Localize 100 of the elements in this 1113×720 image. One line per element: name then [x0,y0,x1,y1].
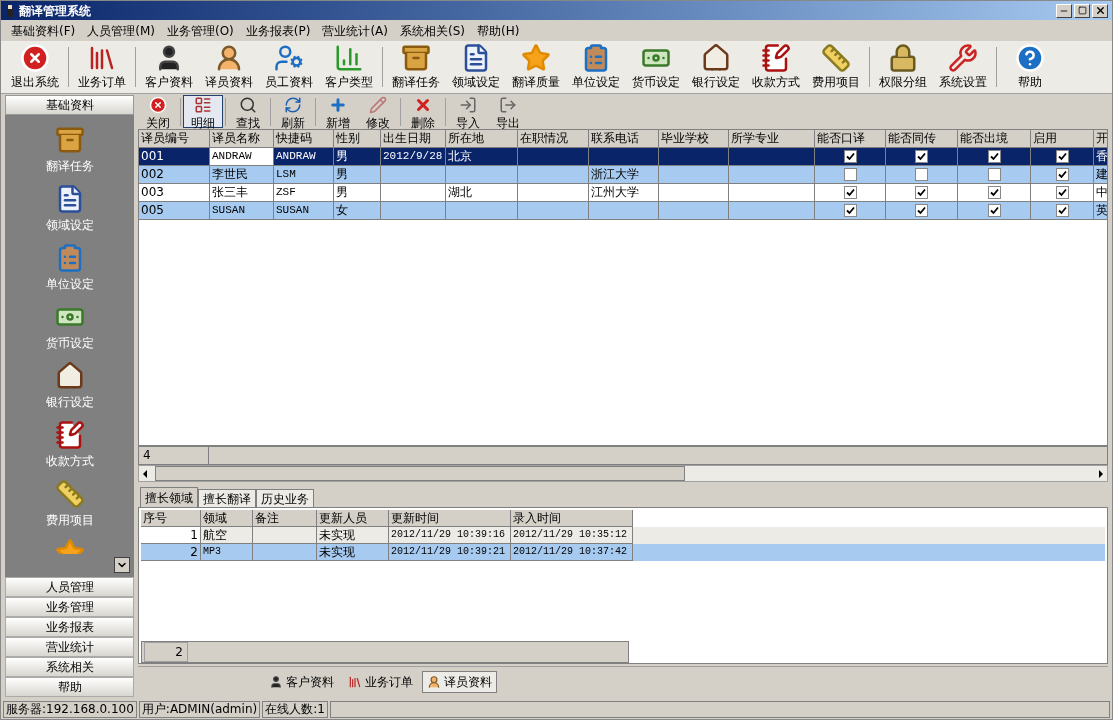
close-button[interactable] [1092,3,1108,18]
bar-chart-icon [334,43,364,73]
table-row[interactable]: 003 张三丰 ZSF 男 湖北 江州大学 中 [139,184,1107,202]
sidebar-group-button[interactable]: 业务报表 [5,617,134,637]
table-cell: 未实现 [317,544,389,561]
column-header[interactable]: 序号 [141,510,201,527]
checkbox[interactable] [987,186,1001,199]
table-cell [446,202,518,220]
sidebar-header[interactable]: 基础资料 [5,95,134,115]
checkbox[interactable] [915,150,928,163]
tab[interactable]: 历史业务 [256,489,314,507]
checkbox[interactable] [987,150,1001,163]
toolbar-button[interactable]: 客户类型 [319,43,379,91]
status-field: 服务器:192.168.0.100 [3,700,137,718]
checkbox[interactable] [1055,186,1069,199]
checkbox[interactable] [843,186,857,199]
action-button[interactable]: 修改 [358,95,398,128]
table-cell [518,202,589,220]
toolbar-button[interactable]: 单位设定 [566,43,626,91]
column-header[interactable]: 更新人员 [317,510,389,527]
action-button[interactable]: 关闭 [138,95,178,128]
toolbar-button[interactable]: 费用项目 [806,43,866,91]
sidebar-item[interactable]: 翻译任务 [45,125,94,175]
sidebar-item[interactable]: 货币设定 [45,302,94,352]
maximize-icon [1077,6,1087,15]
horizontal-scrollbar[interactable] [138,465,1108,482]
check-icon [989,152,999,161]
checkbox[interactable] [915,168,928,181]
sidebar-item[interactable]: 费用项目 [45,479,94,529]
toolbar-button[interactable]: 业务订单 [72,43,132,91]
column-header[interactable]: 备注 [253,510,317,527]
maximize-button[interactable] [1074,3,1090,18]
table-row[interactable]: 005 SUSAN SUSAN 女 英 [139,202,1107,220]
checkbox[interactable] [987,168,1001,181]
action-button[interactable]: 删除 [403,95,443,128]
window-tab[interactable]: 客户资料 [264,670,339,693]
action-button[interactable]: 明细 [183,95,223,128]
table-row[interactable]: 001 ANDRAW ANDRAW 男 2012/9/28 北京 香 [139,148,1107,166]
checkbox[interactable] [1055,150,1069,163]
toolbar-button[interactable]: 货币设定 [626,43,686,91]
action-button[interactable]: 查找 [228,95,268,128]
checkbox[interactable] [843,204,857,217]
toolbar-button[interactable]: 系统设置 [933,43,993,91]
menu-item[interactable]: 业务管理(O) [161,21,240,40]
table-cell [589,202,659,220]
tab[interactable]: 擅长翻译 [198,489,256,507]
sidebar-item[interactable]: 单位设定 [45,243,94,293]
menu-item[interactable]: 基础资料(F) [5,21,82,40]
menu-item[interactable]: 业务报表(P) [239,21,317,40]
column-header[interactable]: 录入时间 [511,510,633,527]
checkbox[interactable] [915,186,928,199]
menu-item[interactable]: 营业统计(A) [316,21,394,40]
menu-item[interactable]: 人员管理(M) [81,21,161,40]
checkbox[interactable] [843,150,857,163]
table-cell: 005 [139,202,210,220]
toolbar-button[interactable]: 翻译质量 [506,43,566,91]
column-header[interactable]: 领域 [201,510,253,527]
toolbar-button[interactable]: 帮助 [1000,43,1060,91]
window-tab[interactable]: 译员资料 [422,670,497,693]
table-cell: 英 [1094,202,1107,220]
action-button[interactable]: 新增 [318,95,358,128]
sidebar-group-button[interactable]: 帮助 [5,677,134,697]
checkbox[interactable] [1055,204,1069,217]
checkbox[interactable] [987,204,1001,217]
minimize-button[interactable] [1056,3,1072,18]
sidebar-group-button[interactable]: 业务管理 [5,597,134,617]
action-button[interactable]: 刷新 [273,95,313,128]
action-button[interactable]: 导入 [448,95,488,128]
toolbar-button[interactable]: 领域设定 [446,43,506,91]
scroll-thumb[interactable] [155,466,685,481]
sidebar-item[interactable]: 领域设定 [45,184,94,234]
toolbar-button[interactable]: 客户资料 [139,43,199,91]
checkbox[interactable] [843,168,857,181]
tab[interactable]: 擅长领域 [140,487,198,507]
toolbar-button[interactable]: 员工资料 [259,43,319,91]
table-cell: SUSAN [210,202,274,220]
table-row[interactable]: 1 航空 未实现 2012/11/29 10:39:16 2012/11/29 10:35:12 [141,527,1105,544]
toolbar-button[interactable]: 译员资料 [199,43,259,91]
table-row[interactable]: 2 MP3 未实现 2012/11/29 10:39:21 2012/11/29 10:37:42 [141,544,1105,561]
toolbar-button[interactable]: 银行设定 [686,43,746,91]
sidebar-group-button[interactable]: 人员管理 [5,577,134,597]
sidebar-item[interactable]: 收款方式 [45,420,94,470]
crate-icon [54,125,85,155]
toolbar-button[interactable]: 翻译任务 [386,43,446,91]
toolbar-button[interactable]: 退出系统 [5,43,65,91]
column-header[interactable]: 更新时间 [389,510,511,527]
checkbox[interactable] [1055,168,1069,181]
scroll-down-button[interactable] [114,557,130,573]
toolbar-button[interactable]: 权限分组 [873,43,933,91]
window-tab[interactable]: 业务订单 [343,670,418,693]
table-cell: MP3 [201,544,253,561]
sidebar-group-button[interactable]: 营业统计 [5,637,134,657]
table-row[interactable]: 002 李世民 LSM 男 浙江大学 建 [139,166,1107,184]
sidebar-item[interactable]: 银行设定 [45,361,94,411]
menu-item[interactable]: 帮助(H) [470,21,526,40]
sidebar-group-button[interactable]: 系统相关 [5,657,134,677]
action-button[interactable]: 导出 [488,95,528,128]
toolbar-button[interactable]: 收款方式 [746,43,806,91]
checkbox[interactable] [915,204,928,217]
menu-item[interactable]: 系统相关(S) [394,21,471,40]
